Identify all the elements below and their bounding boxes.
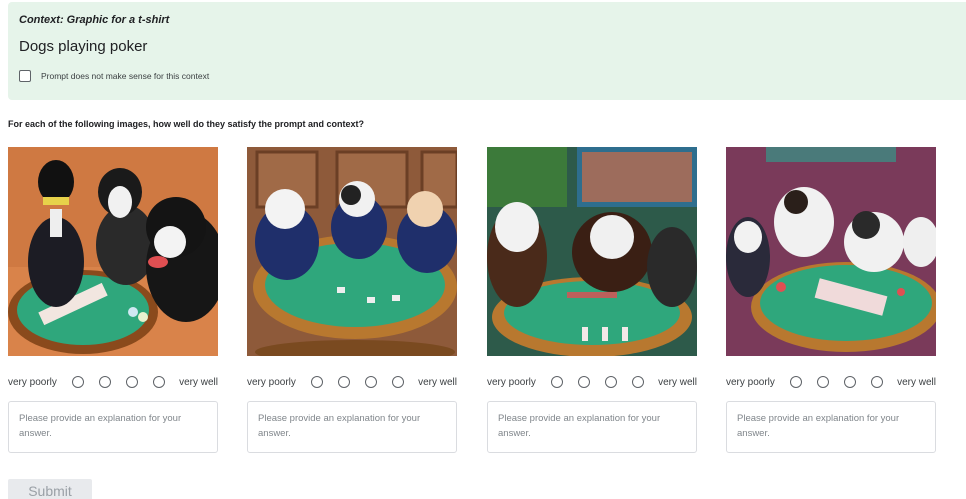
rating-radio-4[interactable]: [152, 376, 165, 388]
rating-radio-2[interactable]: [577, 376, 590, 388]
rating-low-label: very poorly: [247, 376, 296, 388]
rating-radio-1[interactable]: [550, 376, 563, 388]
image-card-4: very poorly very well: [726, 147, 936, 453]
generated-image-3: [487, 147, 697, 356]
rating-radio-3[interactable]: [364, 376, 377, 388]
rating-radio-3[interactable]: [125, 376, 138, 388]
rating-radios-3: [543, 376, 651, 388]
explanation-input-3[interactable]: [487, 401, 697, 453]
context-panel: Context: Graphic for a t-shirt Dogs play…: [8, 2, 966, 100]
context-label: Context: Graphic for a t-shirt: [19, 14, 170, 26]
rating-row-3: very poorly very well: [487, 376, 697, 388]
rating-row-4: very poorly very well: [726, 376, 936, 388]
rating-radios-4: [782, 376, 890, 388]
rating-radio-1[interactable]: [71, 376, 84, 388]
rating-radio-2[interactable]: [816, 376, 829, 388]
image-card-1: very poorly very well: [8, 147, 218, 453]
generated-image-1: [8, 147, 218, 356]
rating-radios-1: [64, 376, 172, 388]
rating-radio-3[interactable]: [843, 376, 856, 388]
prompt-text: Dogs playing poker: [19, 38, 148, 55]
rating-radio-2[interactable]: [98, 376, 111, 388]
explanation-input-1[interactable]: [8, 401, 218, 453]
rating-high-label: very well: [418, 376, 457, 388]
submit-button[interactable]: Submit: [8, 479, 92, 499]
rating-high-label: very well: [179, 376, 218, 388]
rating-radio-1[interactable]: [789, 376, 802, 388]
rating-radio-2[interactable]: [337, 376, 350, 388]
explanation-input-2[interactable]: [247, 401, 457, 453]
rating-radio-4[interactable]: [870, 376, 883, 388]
rating-high-label: very well: [897, 376, 936, 388]
rating-radio-3[interactable]: [604, 376, 617, 388]
rating-low-label: very poorly: [8, 376, 57, 388]
rating-high-label: very well: [658, 376, 697, 388]
rating-radios-2: [303, 376, 411, 388]
generated-image-2: [247, 147, 457, 356]
nonsense-checkbox[interactable]: [19, 70, 31, 82]
image-card-2: very poorly very well: [247, 147, 457, 453]
rating-radio-1[interactable]: [310, 376, 323, 388]
image-card-3: very poorly very well: [487, 147, 697, 453]
rating-low-label: very poorly: [726, 376, 775, 388]
explanation-input-4[interactable]: [726, 401, 936, 453]
question-text: For each of the following images, how we…: [8, 119, 365, 129]
rating-low-label: very poorly: [487, 376, 536, 388]
rating-radio-4[interactable]: [391, 376, 404, 388]
rating-radio-4[interactable]: [631, 376, 644, 388]
nonsense-checkbox-label: Prompt does not make sense for this cont…: [41, 71, 210, 81]
rating-row-1: very poorly very well: [8, 376, 218, 388]
generated-image-4: [726, 147, 936, 356]
rating-row-2: very poorly very well: [247, 376, 457, 388]
nonsense-checkbox-row[interactable]: Prompt does not make sense for this cont…: [19, 70, 209, 82]
